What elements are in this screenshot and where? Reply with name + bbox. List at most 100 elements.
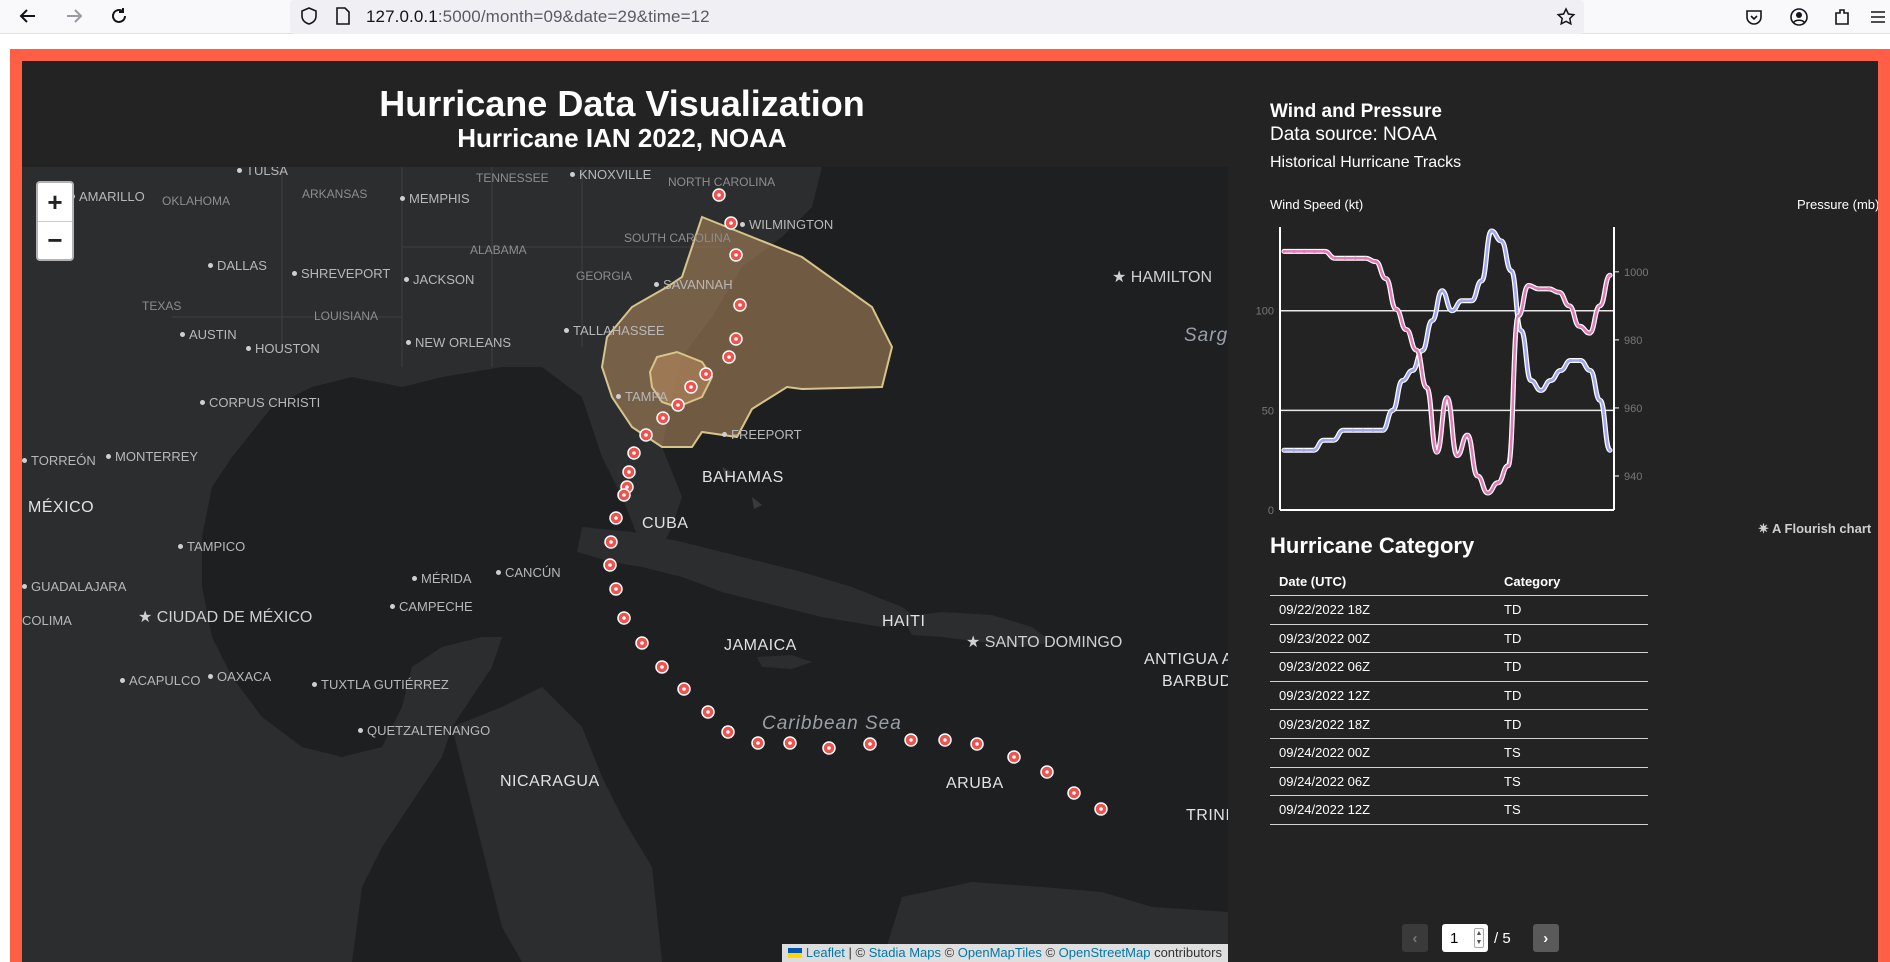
wind-speed-point: [1479, 279, 1484, 283]
wind-speed-point: [1539, 388, 1543, 393]
label-south-carolina: SOUTH CAROLINA: [624, 231, 731, 245]
page-spinner-icon[interactable]: ▲ ▼: [1474, 928, 1484, 948]
pressure-point: [1302, 249, 1306, 254]
ukraine-flag-icon: [787, 948, 802, 958]
wind-speed-point: [1312, 448, 1316, 452]
wind-speed-point: [1430, 319, 1434, 323]
label-freeport: FREEPORT: [722, 427, 802, 442]
wind-speed-point: [1371, 428, 1375, 432]
table-row: 09/24/2022 12Z TS: [1270, 795, 1648, 825]
table-row: 09/24/2022 00Z TS: [1270, 738, 1648, 768]
category-title: Hurricane Category: [1270, 533, 1475, 558]
label-north-carolina: NORTH CAROLINA: [668, 175, 776, 189]
table-row: 09/23/2022 18Z TD: [1270, 709, 1648, 739]
wind-speed-point: [1499, 239, 1503, 243]
openstreetmap-link[interactable]: OpenStreetMap: [1059, 945, 1151, 960]
menu-icon[interactable]: [1866, 5, 1890, 29]
reload-icon[interactable]: [107, 4, 131, 28]
label-santo-domingo: ★ SANTO DOMINGO: [966, 634, 1123, 651]
pressure-point: [1435, 450, 1439, 454]
cell-category: TD: [1495, 624, 1648, 654]
label-tennessee: TENNESSEE: [476, 171, 549, 185]
prev-page-button[interactable]: ‹: [1402, 924, 1428, 952]
wind-speed-point: [1361, 428, 1365, 432]
table-row: 09/23/2022 00Z TD: [1270, 624, 1648, 654]
page-number-input[interactable]: 1 ▲ ▼: [1442, 924, 1488, 952]
wind-speed-point: [1440, 289, 1444, 293]
leaflet-link[interactable]: Leaflet: [806, 945, 845, 960]
wind-speed-point: [1420, 348, 1424, 353]
right-axis-label: Pressure (mb): [1797, 197, 1878, 212]
wind-speed-point: [1568, 358, 1573, 363]
page-total: / 5: [1494, 929, 1511, 947]
right-tick-label: 980: [1624, 335, 1642, 347]
cell-category: TS: [1495, 767, 1648, 797]
label-savannah: SAVANNAH: [654, 277, 733, 292]
wind-speed-point: [1608, 448, 1612, 452]
label-jamaica: JAMAICA: [724, 637, 797, 654]
cell-category: TD: [1495, 652, 1648, 682]
cell-date: 09/22/2022 18Z: [1270, 595, 1495, 625]
cell-date: 09/23/2022 00Z: [1270, 624, 1495, 654]
wind-speed-point: [1489, 229, 1494, 233]
pressure-point: [1363, 256, 1368, 260]
pressure-point: [1414, 348, 1419, 352]
cell-category: TD: [1495, 595, 1648, 625]
flourish-credit[interactable]: ✷ A Flourish chart: [1758, 521, 1871, 537]
openmaptiles-link[interactable]: OpenMapTiles: [958, 945, 1042, 960]
label-cuba: CUBA: [642, 515, 689, 532]
attribution-separator: ©: [1041, 945, 1059, 960]
label-ciudad-de-mexico: ★ CIUDAD DE MÉXICO: [138, 609, 313, 626]
wind-speed-point: [1578, 358, 1582, 363]
page-info-icon[interactable]: [331, 4, 355, 28]
cell-category: TS: [1495, 738, 1648, 768]
bookmark-star-icon[interactable]: [1554, 5, 1578, 29]
label-corpus-christi: CORPUS CHRISTI: [200, 395, 320, 410]
account-icon[interactable]: [1787, 5, 1811, 29]
hurricane-map[interactable]: TULSA AMARILLO OKLAHOMA ARKANSAS MEMPHIS…: [22, 167, 1228, 962]
next-page-button[interactable]: ›: [1532, 924, 1559, 952]
stadia-maps-link[interactable]: Stadia Maps: [869, 945, 941, 960]
header-date: Date (UTC): [1270, 568, 1495, 596]
wind-speed-point: [1331, 438, 1335, 442]
pocket-icon[interactable]: [1742, 5, 1766, 29]
label-tuxtla: TUXTLA GUTIÉRREZ: [312, 677, 449, 692]
cell-category: TD: [1495, 709, 1648, 739]
pressure-point: [1384, 277, 1388, 281]
label-sargasso: Sarg: [1184, 325, 1228, 346]
right-tick-label: 1000: [1624, 267, 1648, 279]
label-quetzaltenango: QUETZALTENANGO: [358, 723, 490, 738]
forward-icon[interactable]: [62, 4, 86, 28]
wind-speed-point: [1410, 368, 1415, 373]
wind-speed-point: [1588, 368, 1592, 373]
table-row: 09/23/2022 12Z TD: [1270, 681, 1648, 711]
wind-speed-point: [1321, 438, 1326, 442]
cell-date: 09/24/2022 00Z: [1270, 738, 1495, 768]
label-alabama: ALABAMA: [470, 243, 527, 257]
label-nicaragua: NICARAGUA: [500, 773, 600, 790]
shield-icon[interactable]: [297, 4, 321, 28]
label-barbuda: BARBUD: [1162, 673, 1228, 690]
wind-speed-point: [1391, 408, 1395, 412]
zoom-in-button[interactable]: +: [38, 183, 72, 221]
label-memphis: MEMPHIS: [400, 191, 470, 206]
map-attribution: Leaflet | © Stadia Maps © OpenMapTiles ©…: [781, 944, 1228, 962]
back-icon[interactable]: [16, 4, 40, 28]
cell-category: TS: [1495, 795, 1648, 825]
label-jackson: JACKSON: [404, 272, 474, 287]
pressure-point: [1312, 249, 1317, 254]
label-haiti: HAITI: [882, 613, 926, 630]
map-basemap: [22, 167, 1228, 962]
attribution-separator: | ©: [844, 945, 869, 960]
cell-date: 09/23/2022 12Z: [1270, 681, 1495, 711]
extensions-icon[interactable]: [1830, 5, 1854, 29]
zoom-out-button[interactable]: −: [38, 221, 72, 259]
info-panel: Wind and Pressure Data source: NOAA Hist…: [1242, 61, 1878, 962]
label-new-orleans: NEW ORLEANS: [406, 335, 511, 350]
wind-pressure-chart[interactable]: 0 50 100 940 960 980 1000: [1242, 211, 1878, 521]
table-row: 09/23/2022 06Z TD: [1270, 652, 1648, 682]
page-number: 1: [1450, 929, 1459, 947]
attribution-tail: contributors: [1150, 945, 1222, 960]
label-mexico: MÉXICO: [28, 499, 95, 516]
wind-speed-point: [1351, 428, 1355, 432]
